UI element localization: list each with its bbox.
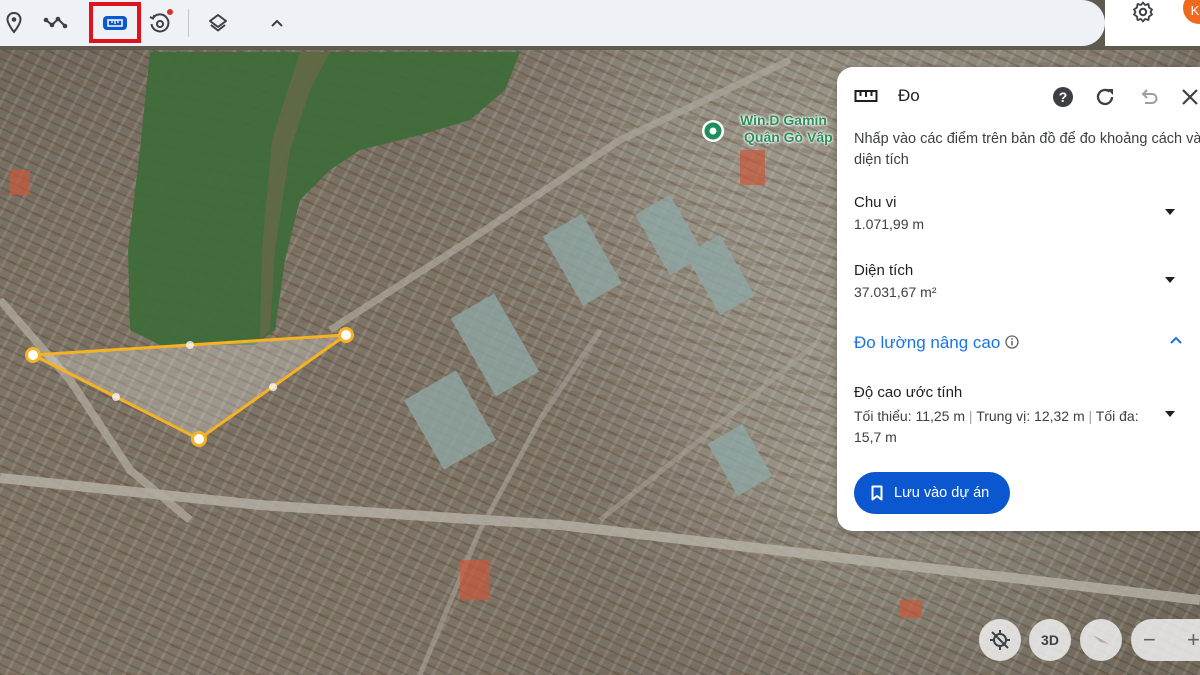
elevation-value: Tối thiểu: 11,25 m | Trung vị: 12,32 m |…	[854, 408, 1139, 445]
undo-icon	[1141, 89, 1158, 104]
close-button[interactable]	[1177, 84, 1200, 110]
elevation-min: Tối thiểu: 11,25 m	[854, 408, 966, 424]
perimeter-unit-dropdown[interactable]	[1164, 206, 1176, 218]
caret-down-icon	[1165, 411, 1175, 417]
save-button-label: Lưu vào dự án	[894, 485, 990, 501]
place-label[interactable]: Win.D Gamin Quận Gò Vấp	[740, 112, 833, 146]
historical-imagery-button[interactable]	[140, 3, 180, 43]
close-icon	[1182, 89, 1198, 105]
panel-header: Đo ?	[837, 67, 1200, 127]
panel-description: Nhấp vào các điểm trên bản đồ để đo khoả…	[854, 131, 1200, 168]
collapse-toolbar-button[interactable]	[257, 3, 297, 43]
layers-icon	[209, 14, 227, 32]
elevation-unit-dropdown[interactable]	[1164, 408, 1176, 420]
save-to-project-button[interactable]: Lưu vào dự án	[854, 472, 1010, 514]
reset-button[interactable]	[1092, 84, 1118, 110]
undo-button[interactable]	[1135, 84, 1161, 110]
compass-icon	[1093, 635, 1109, 644]
area-value: 37.031,67 m²	[854, 284, 937, 300]
pin-icon	[6, 12, 22, 34]
help-icon: ?	[1053, 87, 1073, 107]
midpoint-handle[interactable]	[112, 393, 120, 401]
area-label: Diện tích	[854, 262, 914, 279]
top-toolbar	[0, 0, 1105, 46]
vertex-handle[interactable]	[338, 327, 354, 343]
toggle-3d-button[interactable]: 3D	[1029, 619, 1071, 661]
green-field	[128, 52, 520, 345]
add-placemark-button[interactable]	[0, 3, 34, 43]
map-layers-button[interactable]	[198, 3, 238, 43]
place-pin-icon[interactable]	[702, 120, 724, 142]
location-off-icon	[990, 630, 1010, 650]
settings-button[interactable]	[1130, 0, 1156, 24]
help-button[interactable]: ?	[1050, 84, 1076, 110]
measure-panel: Đo ? Nhấp vào các điểm trên bản đồ để đo…	[837, 67, 1200, 531]
elevation-median: Trung vị: 12,32 m	[976, 408, 1085, 424]
info-icon[interactable]	[1005, 335, 1019, 349]
perimeter-value: 1.071,99 m	[854, 216, 925, 232]
area-unit-dropdown[interactable]	[1164, 274, 1176, 286]
panel-title: Đo	[898, 86, 920, 105]
elevation-label: Độ cao ước tính	[854, 384, 963, 401]
svg-text:?: ?	[1059, 89, 1068, 105]
history-icon	[149, 13, 170, 33]
refresh-icon	[1096, 88, 1114, 106]
notification-dot	[167, 9, 173, 15]
advanced-measurement-toggle[interactable]: Đo lường nâng cao	[854, 333, 1000, 353]
bookmark-icon	[871, 485, 883, 501]
gear-icon	[1133, 1, 1153, 23]
path-icon	[43, 16, 68, 29]
caret-down-icon	[1165, 209, 1175, 215]
location-off-button[interactable]	[979, 619, 1021, 661]
measured-area	[27, 333, 352, 441]
ruler-icon	[854, 90, 878, 102]
vertex-handle[interactable]	[191, 431, 207, 447]
zoom-out-button[interactable]: −	[1143, 627, 1156, 653]
ruler-icon	[103, 15, 127, 30]
zoom-controls: − +	[1131, 619, 1200, 661]
chevron-up-icon[interactable]	[1169, 335, 1183, 345]
chevron-up-icon	[271, 19, 283, 27]
vertex-handle[interactable]	[25, 347, 41, 363]
compass-button[interactable]	[1080, 619, 1122, 661]
midpoint-handle[interactable]	[186, 341, 194, 349]
midpoint-handle[interactable]	[269, 383, 277, 391]
zoom-in-button[interactable]: +	[1187, 627, 1200, 653]
perimeter-label: Chu vi	[854, 194, 897, 211]
measure-tool-button[interactable]	[89, 2, 141, 43]
toolbar-divider	[188, 9, 189, 37]
caret-down-icon	[1165, 277, 1175, 283]
add-path-button[interactable]	[36, 3, 76, 43]
